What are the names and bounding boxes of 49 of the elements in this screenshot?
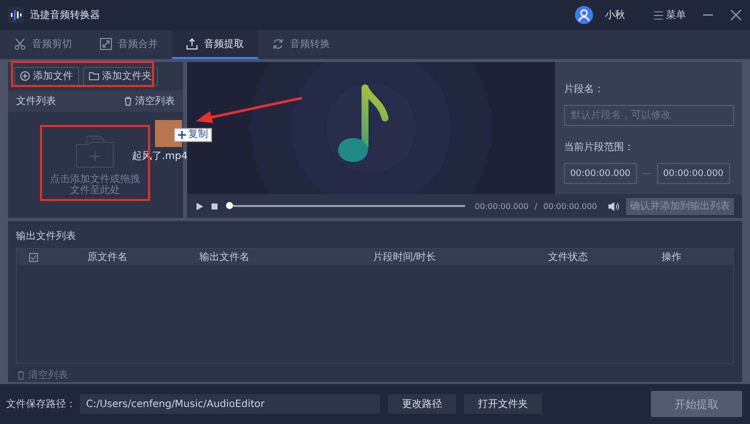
tab[interactable]: 音频提取	[172, 30, 258, 59]
play-icon[interactable]	[194, 202, 204, 210]
add-button[interactable]: 添加文件夹	[83, 66, 158, 86]
segment-range-label: 当前片段范围：	[564, 140, 635, 154]
refresh-icon	[272, 38, 284, 50]
output-list-title: 输出文件列表	[16, 230, 77, 243]
file-list-title: 文件列表	[16, 94, 56, 108]
save-path-field[interactable]: C:/Users/cenfeng/Music/AudioEditor	[80, 394, 380, 414]
waveform-logo-icon	[8, 7, 24, 23]
plus-icon	[178, 131, 186, 139]
folder-plus-drawing	[75, 133, 115, 168]
user-avatar-icon	[575, 6, 593, 24]
drop-hint: 点击添加文件或拖拽文件至此处	[49, 174, 141, 196]
trash-icon	[16, 370, 26, 380]
select-all-checkbox[interactable]	[28, 252, 38, 262]
merge-icon	[100, 38, 112, 50]
column-header: 输出文件名	[198, 250, 250, 264]
total-time: 00:00:00.000	[543, 202, 597, 210]
column-header: 操作	[660, 251, 682, 264]
upload-tray-icon	[186, 38, 198, 50]
trash-icon	[122, 96, 133, 106]
column-header: 原文件名	[86, 250, 128, 264]
current-time: 00:00:00.000	[474, 202, 529, 210]
app-title: 迅捷音频转换器	[30, 8, 100, 22]
menu-icon	[653, 10, 664, 20]
tab[interactable]: 音频转换	[258, 30, 344, 59]
column-header: 文件状态	[547, 250, 589, 264]
volume-icon[interactable]	[607, 200, 620, 212]
tooltip-text: 复制	[188, 129, 208, 141]
column-header: 片段时间/时长	[372, 250, 438, 264]
end-time-field[interactable]: 00:00:00.000	[656, 163, 730, 184]
save-path-label: 文件保存路径：	[6, 398, 76, 411]
footer-button[interactable]: 打开文件夹	[464, 394, 542, 414]
tab[interactable]: 音频合并	[86, 30, 172, 59]
add-button[interactable]: 添加文件	[14, 66, 79, 86]
folder-icon	[89, 71, 99, 81]
tab[interactable]: 音频剪切	[0, 30, 86, 59]
close-icon[interactable]	[730, 9, 742, 21]
clear-list-button[interactable]: 清空列表	[122, 94, 175, 108]
menu-button[interactable]: 菜单	[653, 8, 686, 22]
progress-thumb[interactable]	[226, 202, 233, 209]
time-separator: /	[534, 202, 538, 210]
segment-name-label: 片段名：	[564, 82, 605, 96]
user-name: 小秋	[605, 8, 625, 22]
footer-button[interactable]: 更改路径	[388, 394, 456, 414]
stop-icon[interactable]	[210, 202, 219, 210]
scissors-icon	[14, 38, 26, 50]
start-time-field[interactable]: 00:00:00.000	[564, 163, 637, 184]
plus-circle-icon	[20, 71, 30, 81]
